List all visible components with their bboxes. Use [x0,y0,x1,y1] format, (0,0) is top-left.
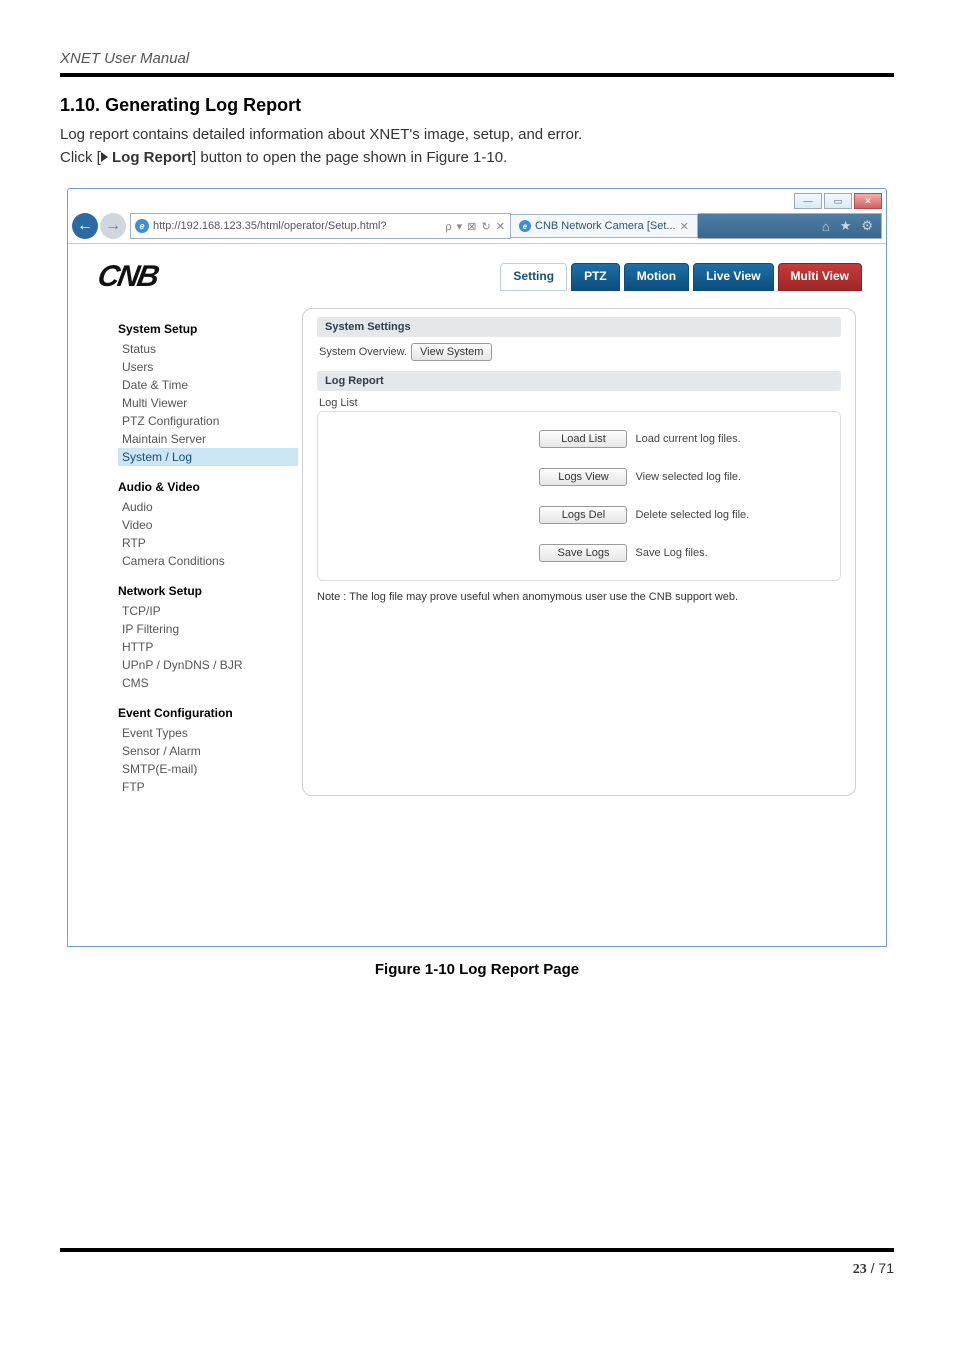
sidebar-item-tcpip[interactable]: TCP/IP [118,602,298,620]
sidebar-item-users[interactable]: Users [118,358,298,376]
sidebar-item-multiviewer[interactable]: Multi Viewer [118,394,298,412]
load-list-button[interactable]: Load List [539,430,627,448]
section-title: Generating Log Report [105,95,301,115]
page-current: 23 [853,1262,867,1277]
figure-caption: Figure 1-10 Log Report Page [60,961,894,978]
forward-button[interactable]: → [100,213,126,239]
sidebar-group-event: Event Configuration [118,706,298,720]
sidebar-item-rtp[interactable]: RTP [118,534,298,552]
system-overview-row: System Overview. View System [317,337,841,367]
logs-view-row: Logs View View selected log file. [539,468,826,486]
logs-del-button[interactable]: Logs Del [539,506,627,524]
logs-view-button[interactable]: Logs View [539,468,627,486]
load-list-text: Load current log files. [635,433,740,445]
sidebar-item-audio[interactable]: Audio [118,498,298,516]
back-button[interactable]: ← [72,213,98,239]
sidebar-item-upnp[interactable]: UPnP / DynDNS / BJR [118,656,298,674]
sidebar-item-ftp[interactable]: FTP [118,778,298,796]
sidebar-group-av: Audio & Video [118,480,298,494]
favorites-icon[interactable]: ★ [840,218,852,234]
sidebar-item-maintain[interactable]: Maintain Server [118,430,298,448]
tab-multi-view[interactable]: Multi View [778,263,862,291]
section-number: 1.10. [60,95,100,115]
page-number: 23 / 71 [60,1260,894,1278]
logs-view-text: View selected log file. [635,471,741,483]
sidebar-item-camcond[interactable]: Camera Conditions [118,552,298,570]
url-addons[interactable]: ρ ▾ ⊠ ↻ ✕ [445,220,506,233]
page-sep: / [867,1260,879,1276]
save-logs-button[interactable]: Save Logs [539,544,627,562]
tab-setting[interactable]: Setting [500,263,567,291]
logs-del-text: Delete selected log file. [635,509,749,521]
log-body: Load List Load current log files. Logs V… [317,411,841,581]
sidebar-item-status[interactable]: Status [118,340,298,358]
save-logs-text: Save Log files. [635,547,707,559]
para2-a: Click [ [60,149,101,166]
doc-header: XNET User Manual [60,50,894,67]
address-row: ← → e http://192.168.123.35/html/operato… [68,211,886,243]
sidebar-item-eventtypes[interactable]: Event Types [118,724,298,742]
tab-title: CNB Network Camera [Set... [535,220,676,232]
save-logs-row: Save Logs Save Log files. [539,544,826,562]
tab-live-view[interactable]: Live View [693,263,773,291]
log-note: Note : The log file may prove useful whe… [317,591,841,603]
top-rule [60,73,894,77]
section-heading: 1.10. Generating Log Report [60,95,894,116]
browser-window: — ▭ ✕ ← → e http://192.168.123.35/html/o… [67,188,887,947]
window-maximize-button[interactable]: ▭ [824,193,852,209]
address-bar[interactable]: e http://192.168.123.35/html/operator/Se… [130,213,511,239]
sidebar-item-datetime[interactable]: Date & Time [118,376,298,394]
system-overview-label: System Overview. [319,346,407,358]
tab-close-icon[interactable]: ✕ [680,220,689,233]
sidebar-item-ptzconfig[interactable]: PTZ Configuration [118,412,298,430]
screenshot: — ▭ ✕ ← → e http://192.168.123.35/html/o… [67,188,887,947]
tab-ptz[interactable]: PTZ [571,263,620,291]
app-columns: System Setup Status Users Date & Time Mu… [80,308,874,796]
page-total: 71 [878,1260,894,1276]
para2-c: ] button to open the page shown in Figur… [192,149,507,166]
triangle-icon [101,152,108,162]
app-topbar: CNB Setting PTZ Motion Live View Multi V… [80,254,874,308]
url-text: http://192.168.123.35/html/operator/Setu… [153,220,387,232]
sidebar: System Setup Status Users Date & Time Mu… [90,308,302,796]
logs-del-row: Logs Del Delete selected log file. [539,506,826,524]
favicon-icon: e [519,220,531,232]
window-controls: — ▭ ✕ [68,189,886,211]
para2-bold: Log Report [112,149,192,166]
browser-tools: ⌂ ★ ⚙ [698,213,882,239]
gear-icon[interactable]: ⚙ [861,218,873,234]
panel-log-report: Log Report [317,371,841,391]
log-list-label: Log List [317,391,841,411]
browser-tab[interactable]: e CNB Network Camera [Set... ✕ [511,214,698,238]
tab-motion[interactable]: Motion [624,263,689,291]
sidebar-item-systemlog[interactable]: System / Log [118,448,298,466]
sidebar-item-smtp[interactable]: SMTP(E-mail) [118,760,298,778]
para1: Log report contains detailed information… [60,126,894,143]
brand-logo: CNB [95,260,160,294]
sidebar-item-http[interactable]: HTTP [118,638,298,656]
para2: Click [ Log Report] button to open the p… [60,149,894,166]
app-body: CNB Setting PTZ Motion Live View Multi V… [68,243,886,946]
load-list-row: Load List Load current log files. [539,430,826,448]
sidebar-item-ipfilter[interactable]: IP Filtering [118,620,298,638]
footer-rule [60,1248,894,1252]
sidebar-group-system: System Setup [118,322,298,336]
home-icon[interactable]: ⌂ [822,219,830,234]
panel-system-settings: System Settings [317,317,841,337]
window-close-button[interactable]: ✕ [854,193,882,209]
top-tabs: Setting PTZ Motion Live View Multi View [500,263,862,291]
window-minimize-button[interactable]: — [794,193,822,209]
ie-icon: e [135,219,149,233]
sidebar-item-cms[interactable]: CMS [118,674,298,692]
log-area: Log Report Log List Load List Load curre… [317,371,841,603]
sidebar-group-network: Network Setup [118,584,298,598]
sidebar-item-sensor[interactable]: Sensor / Alarm [118,742,298,760]
view-system-button[interactable]: View System [411,343,492,361]
content-panel: System Settings System Overview. View Sy… [302,308,856,796]
sidebar-item-video[interactable]: Video [118,516,298,534]
